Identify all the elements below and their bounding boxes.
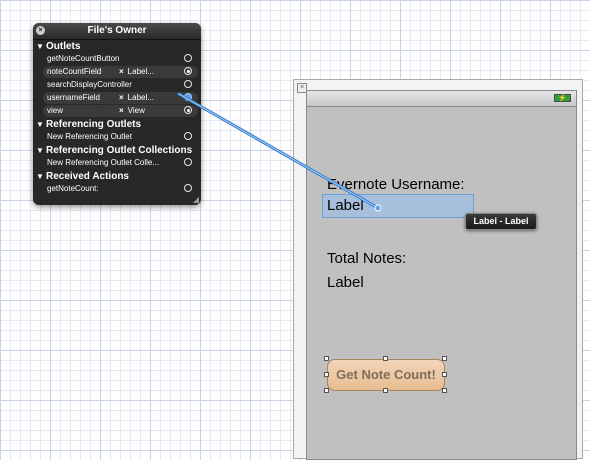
connection-wire [177,92,382,212]
